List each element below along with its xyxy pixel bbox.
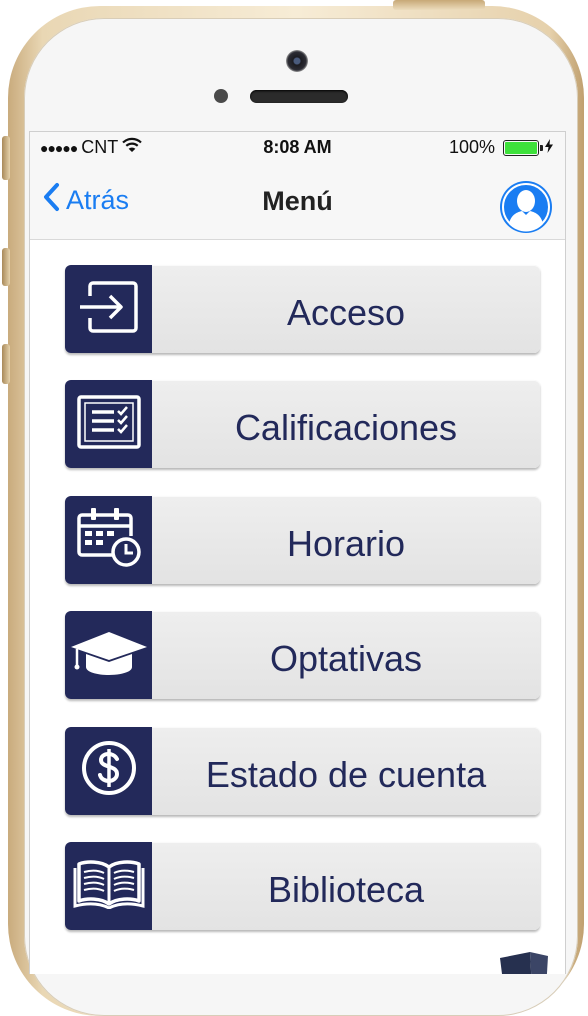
menu-tile (65, 726, 152, 815)
checklist-icon (76, 394, 142, 455)
battery-percent: 100% (448, 137, 495, 157)
proximity-sensor (214, 89, 228, 103)
menu-tile (65, 265, 152, 353)
menu-item-label: Optativas (269, 638, 423, 680)
battery-level (505, 141, 537, 154)
app-screen: ●●●●● CNT 8:08 AM 100% Atrás Menú Acceso… (29, 131, 566, 974)
menu-item-label: Acceso (286, 292, 406, 333)
status-bar: ●●●●● CNT 8:08 AM 100% (30, 132, 565, 162)
menu-item-label: Calificaciones (234, 407, 458, 449)
footer-graphic (470, 950, 565, 974)
charging-bolt-icon (545, 137, 553, 158)
earpiece-speaker (250, 90, 348, 103)
menu-tile (65, 380, 152, 469)
dollar-coin-icon (80, 739, 138, 802)
login-icon (76, 278, 142, 341)
profile-button[interactable] (500, 181, 552, 233)
page-title: Menú (262, 186, 333, 216)
open-book-icon (73, 857, 145, 914)
menu-item-acceso[interactable]: Acceso (65, 265, 540, 353)
volume-up-button (2, 248, 10, 286)
menu-item-estado-de-cuenta[interactable]: Estado de cuenta (65, 726, 540, 815)
battery-icon (503, 139, 543, 156)
menu-tile (65, 611, 152, 700)
main-menu: Acceso Calificaciones Horario Optativas … (65, 265, 540, 957)
menu-item-label: Estado de cuenta (205, 753, 487, 795)
volume-down-button (2, 344, 10, 384)
power-button (393, 0, 485, 10)
front-camera (286, 50, 308, 72)
menu-tile (65, 841, 152, 930)
mute-switch (2, 136, 10, 180)
menu-item-horario[interactable]: Horario (65, 495, 540, 584)
graduation-cap-icon (69, 628, 149, 683)
calendar-clock-icon (76, 506, 142, 573)
menu-item-calificaciones[interactable]: Calificaciones (65, 380, 540, 469)
menu-item-optativas[interactable]: Optativas (65, 611, 540, 700)
menu-item-label: Horario (286, 522, 406, 564)
menu-tile (65, 495, 152, 584)
navigation-bar: Atrás Menú (30, 162, 565, 240)
menu-item-label: Biblioteca (267, 868, 425, 910)
menu-item-biblioteca[interactable]: Biblioteca (65, 841, 540, 930)
user-avatar-icon (500, 183, 552, 233)
